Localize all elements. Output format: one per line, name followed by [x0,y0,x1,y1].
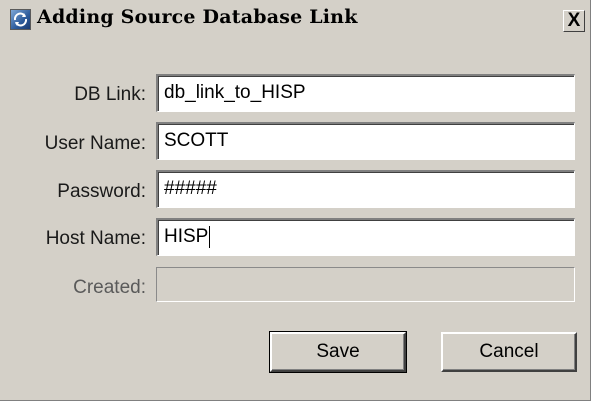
created-label: Created: [73,277,146,298]
db-link-label: DB Link: [74,84,146,105]
close-icon: X [567,10,581,31]
title-bar[interactable]: Adding Source Database Link X [0,0,590,36]
text-caret [209,226,211,248]
close-button[interactable]: X [563,10,585,32]
user-name-value: SCOTT [164,130,229,151]
app-window-icon [10,9,31,30]
host-name-label: Host Name: [45,228,146,249]
db-link-value: db_link_to_HISP [164,82,306,103]
created-field [156,267,575,302]
user-name-label: User Name: [44,133,146,154]
save-button[interactable]: Save [269,331,407,373]
db-link-input[interactable]: db_link_to_HISP [156,74,575,112]
cancel-button[interactable]: Cancel [441,332,577,372]
host-name-value: HISP [164,226,209,247]
user-name-input[interactable]: SCOTT [156,122,575,160]
dialog-window: Adding Source Database Link X DB Link: d… [0,0,591,401]
password-value: ##### [164,178,217,199]
window-title: Adding Source Database Link [37,6,358,28]
password-label: Password: [57,181,146,202]
host-name-input[interactable]: HISP [156,218,575,256]
password-input[interactable]: ##### [156,170,575,208]
